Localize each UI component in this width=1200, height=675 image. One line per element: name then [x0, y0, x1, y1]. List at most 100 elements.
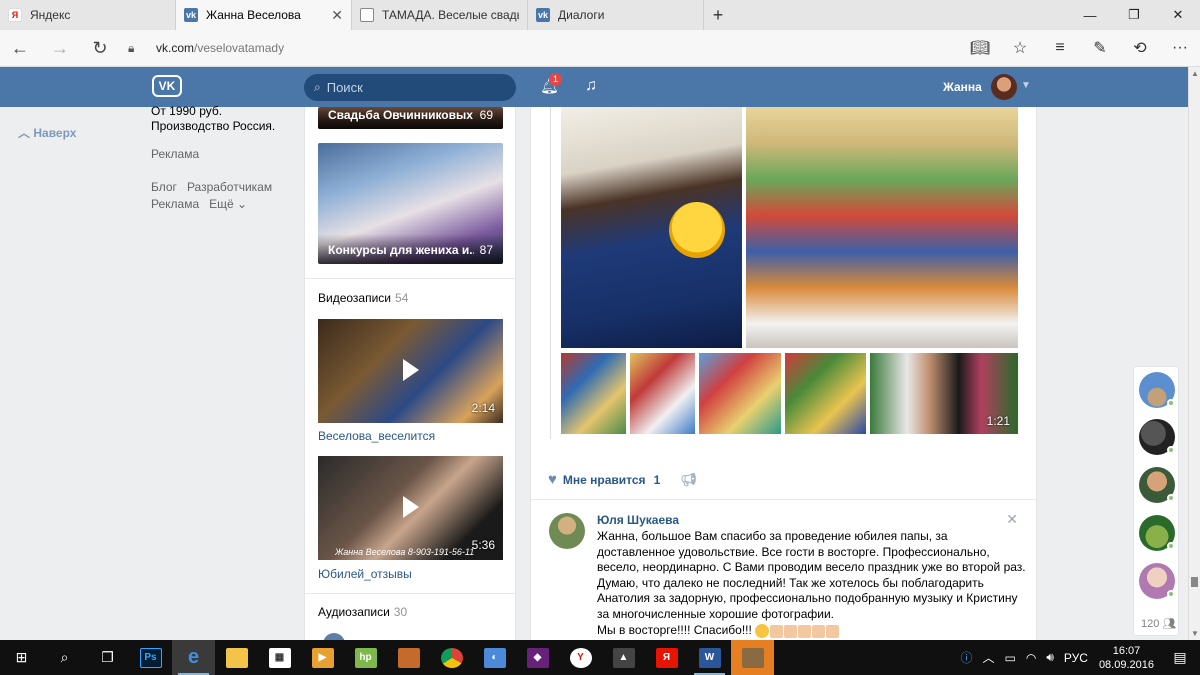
- back-button[interactable]: ←: [0, 30, 40, 67]
- battery-icon[interactable]: ▭: [1005, 651, 1016, 665]
- close-window-button[interactable]: ✕: [1156, 0, 1200, 30]
- minimize-button[interactable]: —: [1068, 0, 1112, 30]
- search-input[interactable]: ⌕ Поиск: [304, 74, 516, 101]
- visual-studio-icon[interactable]: ◆: [516, 640, 559, 675]
- dialog-avatar[interactable]: [1139, 563, 1175, 599]
- thumbs-up-icon: [812, 624, 826, 638]
- avatar[interactable]: [991, 74, 1017, 100]
- footer-link-developers[interactable]: Разработчикам: [187, 180, 272, 194]
- post-video[interactable]: 1:21: [870, 353, 1018, 434]
- language-indicator[interactable]: РУС: [1064, 651, 1088, 665]
- ad-label[interactable]: Реклама: [151, 147, 199, 161]
- vk-icon: vk: [184, 8, 198, 22]
- video-duration: 5:36: [471, 538, 495, 552]
- tab-yandex[interactable]: Я Яндекс: [0, 0, 176, 30]
- url-field[interactable]: 🔒︎ vk.com/veselovatamady: [128, 34, 948, 62]
- volume-icon[interactable]: 🔊︎: [1046, 650, 1054, 665]
- video-title[interactable]: Веселова_веселится: [318, 429, 435, 443]
- time: 16:07: [1112, 644, 1141, 657]
- footer-link-ads[interactable]: Реклама: [151, 197, 199, 211]
- hp-icon[interactable]: hp: [344, 640, 387, 675]
- refresh-button[interactable]: ↻: [80, 30, 120, 67]
- post-photo[interactable]: [630, 353, 695, 434]
- chrome-icon[interactable]: [430, 640, 473, 675]
- dialog-avatar[interactable]: [1139, 467, 1175, 503]
- new-tab-button[interactable]: +: [704, 0, 732, 30]
- store-icon[interactable]: ▦: [258, 640, 301, 675]
- like-button[interactable]: ♥ Мне нравится 1 📢︎: [548, 471, 697, 488]
- music-icon[interactable]: ♫: [585, 77, 597, 95]
- web-note-icon[interactable]: ✎: [1080, 38, 1120, 58]
- search-icon[interactable]: ⌕: [43, 640, 86, 675]
- hub-icon[interactable]: ≡: [1040, 38, 1080, 58]
- word-icon[interactable]: W: [688, 640, 731, 675]
- yandex-icon[interactable]: Я: [645, 640, 688, 675]
- task-view-icon[interactable]: ❐: [86, 640, 129, 675]
- page-scrollbar[interactable]: ▲ ▼: [1188, 67, 1200, 640]
- address-bar: ← → ↻ 🔒︎ vk.com/veselovatamady 📖︎ ☆ ≡ ✎ …: [0, 30, 1200, 67]
- chevron-down-icon[interactable]: ▼: [1021, 80, 1031, 91]
- reading-view-icon[interactable]: 📖︎: [960, 38, 1000, 58]
- vk-logo[interactable]: VK: [152, 75, 182, 97]
- close-icon[interactable]: ✕: [331, 7, 343, 24]
- post-photo[interactable]: [746, 107, 1018, 348]
- post-photo[interactable]: [699, 353, 781, 434]
- dialog-avatar[interactable]: [1139, 419, 1175, 455]
- photos-icon[interactable]: ▲: [602, 640, 645, 675]
- file-explorer-icon[interactable]: [215, 640, 258, 675]
- ad-block[interactable]: От 1990 руб. Производство Россия.: [151, 104, 275, 134]
- pinned-app-icon[interactable]: [731, 640, 774, 675]
- comment-author[interactable]: Юля Шукаева: [597, 513, 679, 527]
- action-center-icon[interactable]: ▤: [1165, 649, 1195, 666]
- scroll-thumb[interactable]: [1191, 577, 1198, 587]
- back-to-top-link[interactable]: ︿ Наверх: [18, 124, 76, 141]
- share-icon[interactable]: ⟲: [1120, 38, 1160, 58]
- windows-start-icon[interactable]: ⊞: [0, 640, 43, 675]
- notifications-bell-icon[interactable]: 🔔︎ 1: [540, 73, 562, 95]
- comment-text-block: Жанна, большое Вам спасибо за проведение…: [597, 529, 1027, 640]
- audio-section-label: Аудиозаписи: [318, 605, 390, 619]
- tab-zhanna-veselova[interactable]: vk Жанна Веселова ✕: [176, 0, 352, 30]
- edge-icon[interactable]: e: [172, 640, 215, 675]
- dialog-avatar[interactable]: [1139, 372, 1175, 408]
- videos-section-title[interactable]: Видеозаписи 54: [318, 291, 408, 305]
- video-duration: 2:14: [471, 401, 495, 415]
- video-title[interactable]: Юбилей_отзывы: [318, 567, 412, 581]
- yandex-browser-icon[interactable]: Y: [559, 640, 602, 675]
- media-player-icon[interactable]: ▶: [301, 640, 344, 675]
- play-icon: [403, 496, 419, 518]
- album-card[interactable]: Конкурсы для жениха и... 87: [318, 143, 503, 264]
- network-info-icon[interactable]: ⓘ: [960, 649, 972, 666]
- avatar[interactable]: [549, 513, 585, 549]
- tab-tamada[interactable]: ТАМАДА. Веселые свадьб: [352, 0, 528, 30]
- album-count: 69: [479, 108, 493, 122]
- tab-dialogs[interactable]: vk Диалоги: [528, 0, 704, 30]
- audio-section-title[interactable]: Аудиозаписи 30: [318, 605, 407, 619]
- footer-link-blog[interactable]: Блог: [151, 180, 177, 194]
- album-card[interactable]: Свадьба Овчинниковых 69: [318, 107, 503, 129]
- post-photo[interactable]: [561, 107, 742, 348]
- audio-app-icon[interactable]: ◐: [473, 640, 516, 675]
- audio-play-button[interactable]: [323, 633, 345, 640]
- clock[interactable]: 16:07 08.09.2016: [1099, 644, 1154, 672]
- video-thumbnail[interactable]: 2:14: [318, 319, 503, 423]
- chevron-up-icon[interactable]: ︿: [983, 649, 995, 666]
- restore-button[interactable]: ❐: [1112, 0, 1156, 30]
- user-name[interactable]: Жанна: [943, 80, 982, 94]
- dialogs-count[interactable]: 120 👥︎: [1141, 617, 1176, 630]
- share-megaphone-icon[interactable]: 📢︎: [680, 472, 697, 488]
- forward-button[interactable]: →: [40, 30, 80, 67]
- wifi-icon[interactable]: ◠: [1026, 651, 1036, 665]
- dialog-avatar[interactable]: [1139, 515, 1175, 551]
- photoshop-icon[interactable]: Ps: [129, 640, 172, 675]
- close-icon[interactable]: ✕: [1006, 511, 1018, 528]
- post-photo[interactable]: [561, 353, 626, 434]
- scanner-icon[interactable]: [387, 640, 430, 675]
- more-icon[interactable]: ···: [1160, 38, 1200, 58]
- scroll-down-icon[interactable]: ▼: [1191, 629, 1199, 638]
- footer-link-more[interactable]: Ещё ⌄: [209, 197, 247, 211]
- scroll-up-icon[interactable]: ▲: [1191, 69, 1199, 78]
- video-thumbnail[interactable]: Жанна Веселова 8-903-191-56-11 5:36: [318, 456, 503, 560]
- post-photo[interactable]: [785, 353, 866, 434]
- favorite-star-icon[interactable]: ☆: [1000, 38, 1040, 58]
